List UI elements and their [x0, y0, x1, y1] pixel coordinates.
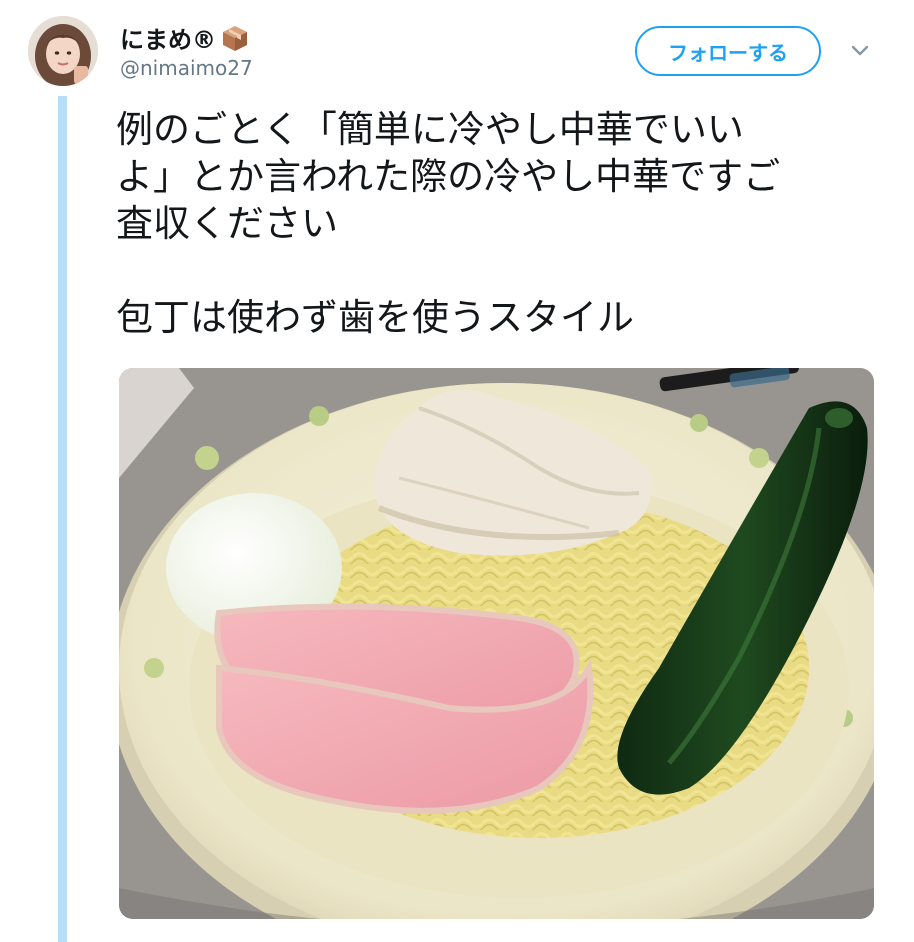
follow-button[interactable]: フォローする — [635, 26, 821, 76]
tweet-line: よ」とか言われた際の冷やし中華ですご — [116, 155, 781, 198]
tweet-text: 例のごとく「簡単に冷やし中華でいい よ」とか言われた際の冷やし中華ですご 査収く… — [116, 106, 876, 341]
tweet-line: 例のごとく「簡単に冷やし中華でいい — [116, 108, 744, 151]
tweet-line: 包丁は使わず歯を使うスタイル — [116, 296, 634, 339]
chevron-down-icon[interactable] — [848, 38, 872, 62]
tweet-photo[interactable] — [119, 368, 874, 919]
display-name-row[interactable]: にまめ® — [120, 20, 250, 55]
tweet-line: 査収ください — [116, 202, 338, 245]
thread-line — [58, 96, 67, 942]
food-photo-image — [119, 368, 874, 919]
avatar-image — [28, 16, 98, 86]
avatar[interactable] — [28, 16, 98, 86]
display-name[interactable]: にまめ® — [120, 20, 216, 55]
package-box-icon — [220, 23, 250, 53]
user-handle[interactable]: @nimaimo27 — [120, 56, 253, 80]
